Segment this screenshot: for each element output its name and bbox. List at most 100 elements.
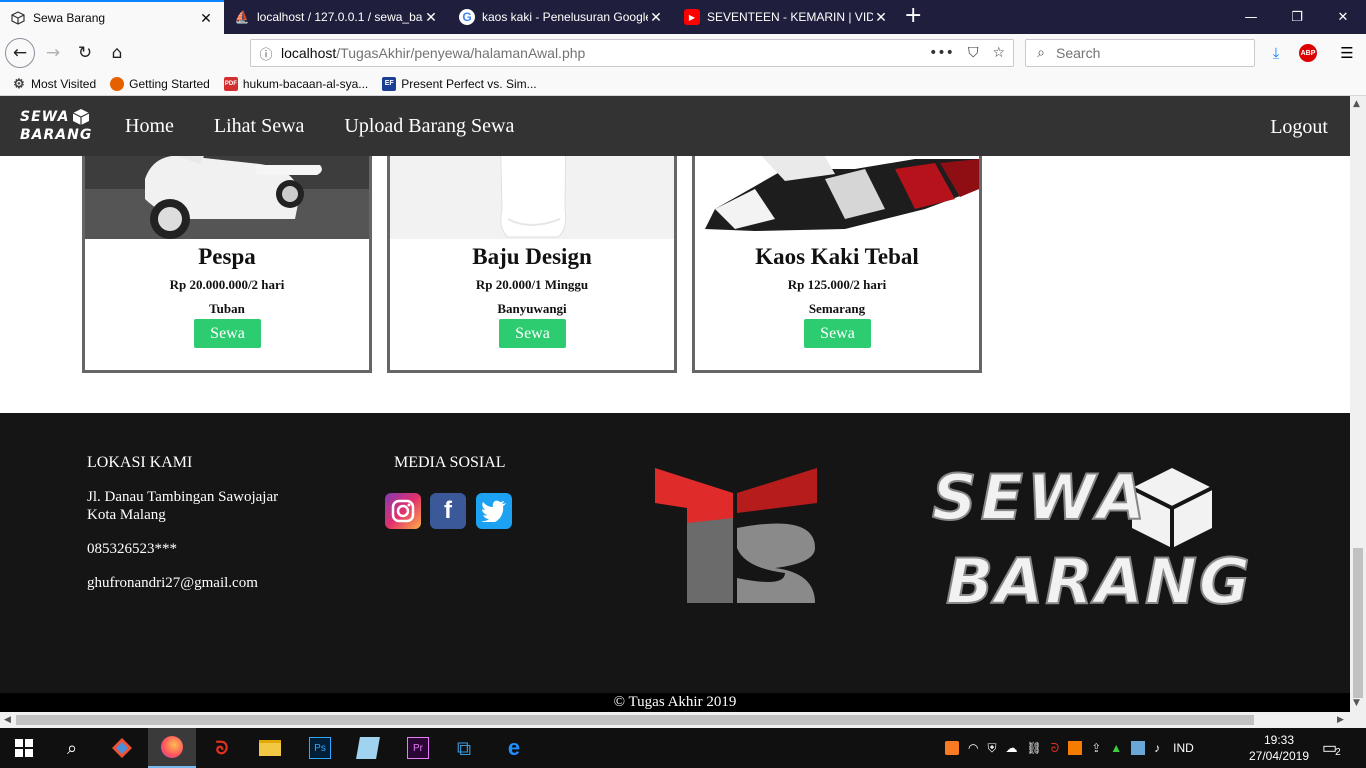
pdf-icon: PDF bbox=[223, 76, 238, 91]
info-icon[interactable]: ⓘ bbox=[251, 44, 281, 63]
browser-toolbar: ← → ↻ ⌂ ⓘ localhost /TugasAkhir/penyewa/… bbox=[0, 34, 1366, 72]
google-icon: G bbox=[459, 9, 475, 25]
menu-icon[interactable]: ☰ bbox=[1336, 42, 1358, 64]
edge-icon[interactable]: e bbox=[490, 728, 538, 768]
address-line1: Jl. Danau Tambingan Sawojajar bbox=[87, 489, 279, 505]
vertical-scroll-thumb[interactable] bbox=[1353, 548, 1363, 698]
bookmark-label: Getting Started bbox=[129, 76, 210, 91]
bookmark-getting-started[interactable]: Getting Started bbox=[110, 76, 210, 91]
bookmark-present-perfect[interactable]: EF Present Perfect vs. Sim... bbox=[382, 76, 537, 91]
big-logo-line1: SEWA bbox=[931, 460, 1150, 535]
file-explorer-icon[interactable] bbox=[246, 728, 294, 768]
scroll-down-icon[interactable]: ▼ bbox=[1353, 698, 1360, 708]
taskbar-clock[interactable]: 19:33 27/04/2019 bbox=[1248, 732, 1310, 764]
scroll-right-icon[interactable]: ▶ bbox=[1337, 715, 1344, 725]
tab-phpmyadmin[interactable]: ⛵ localhost / 127.0.0.1 / sewa_bar ✕ bbox=[224, 0, 449, 34]
horizontal-scroll-thumb[interactable] bbox=[16, 715, 1254, 725]
site-footer: LOKASI KAMI Jl. Danau Tambingan Sawojaja… bbox=[0, 413, 1350, 693]
cube-icon bbox=[73, 109, 90, 125]
close-tab-icon[interactable]: ✕ bbox=[423, 9, 439, 26]
garena-tray-icon[interactable]: ᘐ bbox=[1051, 741, 1059, 756]
close-tab-icon[interactable]: ✕ bbox=[648, 9, 664, 26]
forward-button[interactable]: → bbox=[38, 39, 68, 67]
address-line2: Kota Malang bbox=[87, 507, 166, 523]
back-button[interactable]: ← bbox=[5, 38, 35, 68]
tray-app-icon[interactable] bbox=[1068, 741, 1083, 755]
onedrive-icon[interactable]: ☁ bbox=[1006, 741, 1018, 755]
pocket-icon[interactable]: ⛉ bbox=[968, 45, 979, 61]
close-window-button[interactable]: ✕ bbox=[1320, 0, 1366, 34]
site-logo[interactable]: SEWA BARANG bbox=[0, 96, 105, 156]
bookmark-hukum-bacaan[interactable]: PDF hukum-bacaan-al-sya... bbox=[223, 76, 368, 91]
start-button[interactable] bbox=[0, 728, 48, 768]
home-button[interactable]: ⌂ bbox=[102, 39, 132, 67]
nav-lihat-sewa[interactable]: Lihat Sewa bbox=[214, 115, 305, 138]
git-icon[interactable] bbox=[98, 728, 146, 768]
adblock-icon[interactable]: ABP bbox=[1297, 42, 1319, 64]
horizontal-scrollbar[interactable]: ◀ ▶ bbox=[0, 712, 1366, 728]
reload-button[interactable]: ↻ bbox=[70, 39, 100, 67]
bookmark-star-icon[interactable]: ☆ bbox=[992, 45, 1005, 61]
network-tray-icon[interactable] bbox=[1131, 741, 1146, 755]
language-indicator[interactable]: IND bbox=[1173, 741, 1194, 755]
sewa-button[interactable]: Sewa bbox=[194, 319, 261, 348]
upload-icon[interactable]: ⇪ bbox=[1091, 741, 1101, 755]
tab-youtube[interactable]: ▶ SEVENTEEN - KEMARIN | VIDEO ✕ bbox=[674, 0, 899, 34]
product-name: Baju Design bbox=[472, 244, 592, 269]
search-icon[interactable]: ⌕ bbox=[48, 728, 96, 768]
premiere-icon[interactable]: Pr bbox=[394, 728, 442, 768]
sewa-button[interactable]: Sewa bbox=[499, 319, 566, 348]
search-input[interactable]: ⌕ Search bbox=[1025, 39, 1255, 67]
product-city: Semarang bbox=[808, 301, 866, 316]
twitter-icon[interactable] bbox=[476, 493, 512, 529]
facebook-icon[interactable]: f bbox=[430, 493, 466, 529]
new-tab-button[interactable]: + bbox=[904, 5, 922, 27]
logout-link[interactable]: Logout bbox=[1270, 116, 1328, 139]
security-icon[interactable]: ⛨ bbox=[987, 741, 996, 756]
firefox-icon bbox=[110, 76, 125, 91]
tab-title: localhost / 127.0.0.1 / sewa_bar bbox=[257, 10, 423, 24]
ts-emblem-logo bbox=[655, 468, 817, 613]
restore-button[interactable]: ❐ bbox=[1274, 0, 1320, 34]
windows-taskbar: ⌕ ᘐ Ps Pr ⧉ e ◠ ⛨ ☁ ⛓ ᘐ ⇪ ▲ ♪ IND 19:33 … bbox=[0, 728, 1366, 768]
sewa-button[interactable]: Sewa bbox=[804, 319, 871, 348]
scroll-left-icon[interactable]: ◀ bbox=[4, 715, 11, 725]
download-icon[interactable]: ⤓ bbox=[1265, 42, 1287, 64]
vscode-icon[interactable]: ⧉ bbox=[440, 728, 488, 768]
firefox-icon[interactable] bbox=[148, 728, 196, 768]
page-actions-icon[interactable]: ••• bbox=[929, 45, 954, 61]
close-tab-icon[interactable]: ✕ bbox=[198, 10, 214, 27]
instagram-icon[interactable] bbox=[385, 493, 421, 529]
vertical-scrollbar[interactable]: ▲ ▼ bbox=[1350, 96, 1366, 712]
search-placeholder: Search bbox=[1056, 45, 1101, 61]
wifi-icon[interactable]: ◠ bbox=[968, 741, 978, 755]
minimize-button[interactable]: — bbox=[1228, 0, 1274, 34]
triangle-icon[interactable]: ▲ bbox=[1110, 741, 1122, 755]
nav-home[interactable]: Home bbox=[125, 115, 174, 138]
link-icon[interactable]: ⛓ bbox=[1027, 741, 1042, 755]
scroll-up-icon[interactable]: ▲ bbox=[1353, 99, 1360, 109]
notepad-icon[interactable] bbox=[344, 728, 392, 768]
action-center-button[interactable]: ▭ 2 bbox=[1322, 728, 1341, 768]
tab-sewa-barang[interactable]: Sewa Barang ✕ bbox=[0, 0, 224, 34]
url-path: /TugasAkhir/penyewa/halamanAwal.php bbox=[336, 45, 586, 61]
url-bar[interactable]: ⓘ localhost /TugasAkhir/penyewa/halamanA… bbox=[250, 39, 1014, 67]
close-tab-icon[interactable]: ✕ bbox=[873, 9, 889, 26]
arrow-left-icon: ← bbox=[12, 43, 28, 63]
clock-date: 27/04/2019 bbox=[1248, 749, 1310, 763]
tab-title: Sewa Barang bbox=[33, 11, 106, 25]
reload-icon: ↻ bbox=[77, 43, 93, 63]
tab-google[interactable]: G kaos kaki - Penelusuran Google ✕ bbox=[449, 0, 674, 34]
product-name: Pespa bbox=[198, 244, 256, 269]
garena-icon[interactable]: ᘐ bbox=[198, 728, 246, 768]
tab-title: SEVENTEEN - KEMARIN | VIDEO bbox=[707, 10, 873, 24]
bookmark-most-visited[interactable]: ⚙ Most Visited bbox=[12, 76, 96, 91]
nav-upload-barang-sewa[interactable]: Upload Barang Sewa bbox=[344, 115, 514, 138]
product-price: Rp 125.000/2 hari bbox=[787, 277, 887, 292]
logo-line1: SEWA bbox=[20, 109, 70, 125]
big-logo-line2: BARANG bbox=[945, 544, 1252, 619]
clock-time: 19:33 bbox=[1263, 733, 1295, 747]
photoshop-icon[interactable]: Ps bbox=[296, 728, 344, 768]
volume-icon[interactable]: ♪ bbox=[1154, 741, 1160, 755]
xampp-icon[interactable] bbox=[945, 741, 959, 755]
